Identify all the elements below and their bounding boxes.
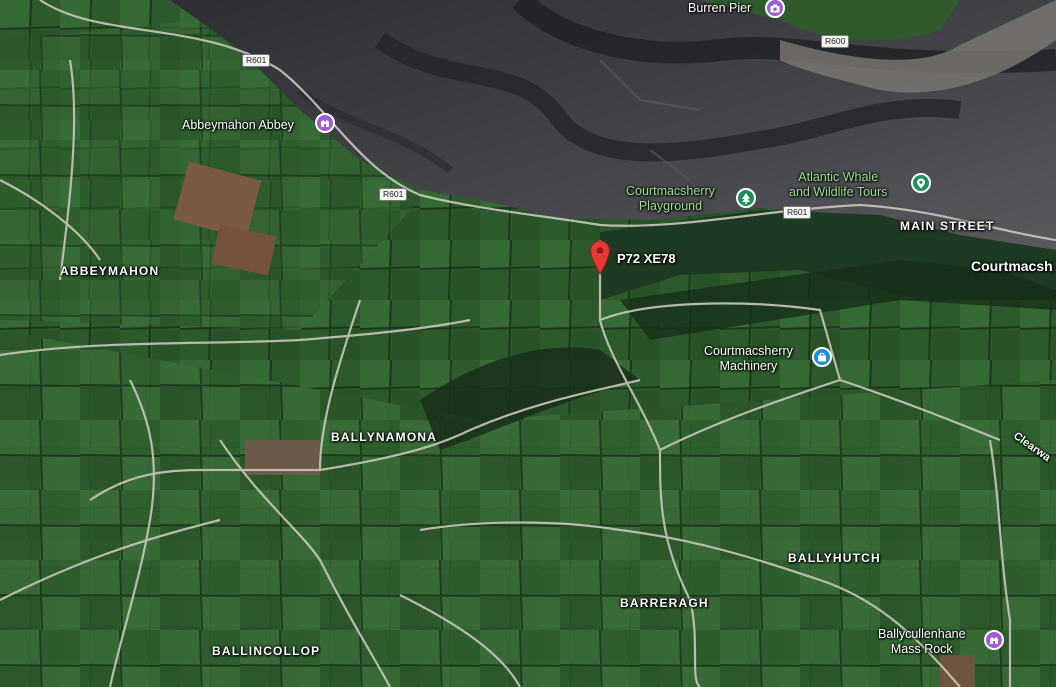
poi-label-line: Machinery [719, 359, 778, 373]
road-shield-r601: R601 [783, 206, 812, 219]
poi-label-abbeymahon-abbey[interactable]: Abbeymahon Abbey [182, 118, 294, 133]
location-pin-icon[interactable] [589, 240, 611, 276]
poi-label-burren-pier[interactable]: Burren Pier [688, 1, 751, 16]
poi-label-machinery[interactable]: Courtmacsherry Machinery [704, 344, 793, 374]
area-label-barreragh: BARRERAGH [620, 596, 709, 610]
area-label-ballynamona: BALLYNAMONA [331, 430, 438, 444]
satellite-map[interactable]: R601 R601 R601 R600 ABBEYMAHON BALLYNAMO… [0, 0, 1056, 687]
monument-icon[interactable] [315, 113, 335, 133]
poi-label-whale-tours[interactable]: Atlantic Whale and Wildlife Tours [789, 170, 887, 200]
poi-label-line: Atlantic Whale [798, 170, 879, 184]
road-shield-r601: R601 [379, 188, 408, 201]
area-label-ballincollop: BALLINCOLLOP [212, 644, 321, 658]
poi-label-line: Ballycullenhane [878, 627, 966, 641]
tree-icon[interactable] [736, 188, 756, 208]
poi-label-playground[interactable]: Courtmacsherry Playground [626, 184, 715, 214]
road-shield-r600: R600 [821, 35, 850, 48]
poi-label-line: Playground [638, 199, 703, 213]
area-label-abbeymahon: ABBEYMAHON [60, 264, 160, 278]
poi-label-mass-rock[interactable]: Ballycullenhane Mass Rock [878, 627, 966, 657]
road-shield-r601: R601 [242, 54, 271, 67]
monument-icon[interactable] [984, 630, 1004, 650]
town-label: Courtmacsh [971, 258, 1053, 274]
shopping-bag-icon[interactable] [812, 347, 832, 367]
map-imagery [0, 0, 1056, 687]
poi-label-line: Courtmacsherry [704, 344, 793, 358]
pin-label: P72 XE78 [617, 251, 676, 266]
area-label-ballyhutch: BALLYHUTCH [788, 551, 881, 565]
poi-label-line: Courtmacsherry [626, 184, 715, 198]
poi-label-line: Mass Rock [890, 642, 953, 656]
street-label-main-street: MAIN STREET [900, 219, 995, 233]
poi-label-line: and Wildlife Tours [789, 185, 888, 199]
pin-tour-icon[interactable] [911, 173, 931, 193]
